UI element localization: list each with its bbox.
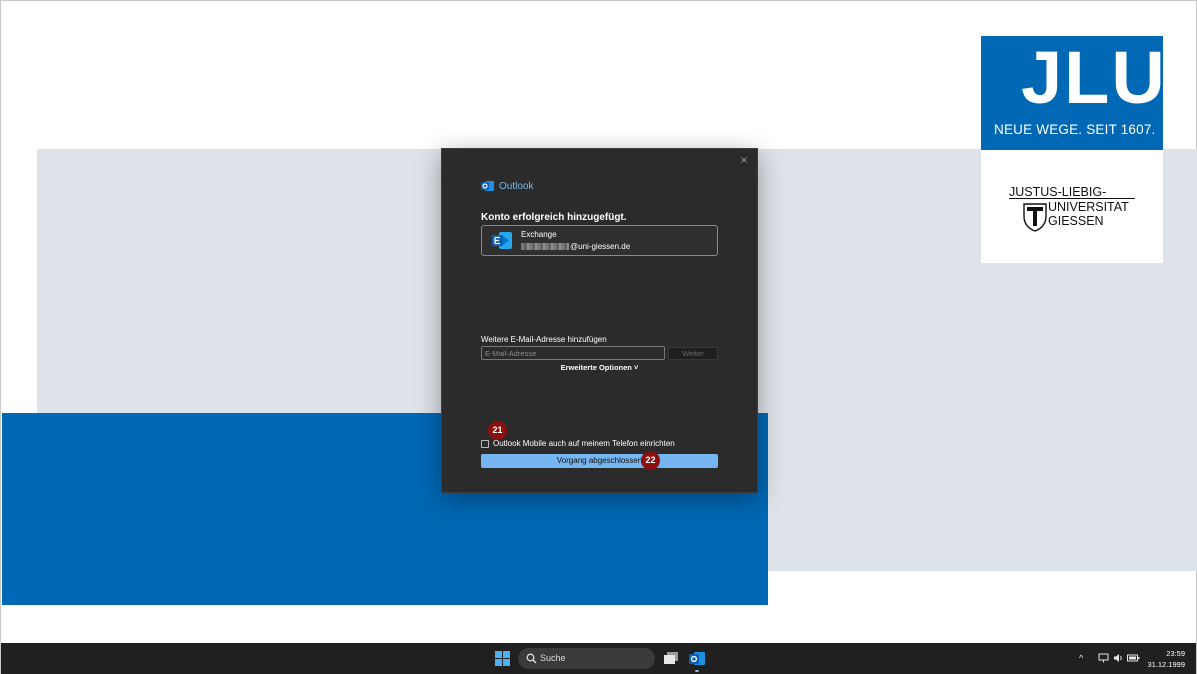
close-icon[interactable]: × <box>737 153 751 167</box>
advanced-options-link[interactable]: Erweiterte Optionen ˅ <box>442 363 757 372</box>
task-view-icon[interactable] <box>663 651 679 665</box>
step-marker-21: 21 <box>488 421 507 440</box>
outlook-icon <box>481 181 494 191</box>
add-email-label: Weitere E-Mail-Adresse hinzufügen <box>481 335 607 344</box>
outlook-setup-dialog: × Outlook Konto erfolgreich hinzugefügt.… <box>441 148 758 493</box>
windows-start-icon[interactable] <box>495 651 510 666</box>
jlu-seal-icon <box>1023 203 1047 232</box>
jlu-wordmark: JUSTUS-LIEBIG- UNIVERSITAT GIESSEN <box>981 150 1163 263</box>
mobile-setup-row[interactable]: Outlook Mobile auch auf meinem Telefon e… <box>481 439 675 448</box>
done-button[interactable]: Vorgang abgeschlossen <box>481 454 718 468</box>
volume-icon[interactable] <box>1113 653 1124 663</box>
battery-icon[interactable] <box>1127 653 1140 663</box>
active-app-indicator <box>695 670 699 672</box>
jlu-name-line3: GIESSEN <box>1048 214 1104 228</box>
email-input[interactable] <box>481 346 665 360</box>
taskbar-search[interactable]: Suche <box>518 648 655 669</box>
jlu-name-line1: JUSTUS-LIEBIG- <box>1009 185 1107 199</box>
clock-date: 31.12.1999 <box>1147 660 1185 669</box>
jlu-divider <box>1009 198 1135 199</box>
network-icon[interactable] <box>1098 653 1109 663</box>
exchange-icon <box>492 232 512 249</box>
account-type: Exchange <box>521 230 557 239</box>
app-name: Outlook <box>499 180 534 192</box>
jlu-logo-acronym: JLU <box>1021 36 1167 119</box>
next-button[interactable]: Weiter <box>668 347 718 360</box>
mobile-setup-label: Outlook Mobile auch auf meinem Telefon e… <box>493 439 675 448</box>
outlook-taskbar-icon[interactable] <box>689 651 705 666</box>
app-brand: Outlook <box>481 180 533 192</box>
account-card: Exchange @uni-giessen.de <box>481 225 718 256</box>
account-email: @uni-giessen.de <box>521 242 630 251</box>
search-icon <box>526 653 537 664</box>
mobile-setup-checkbox[interactable] <box>481 439 489 448</box>
account-email-domain: @uni-giessen.de <box>570 242 631 251</box>
step-marker-22: 22 <box>641 451 660 470</box>
redacted-username <box>521 243 569 250</box>
tray-chevron-icon[interactable]: ^ <box>1079 653 1083 663</box>
clock-time: 23:59 <box>1166 649 1185 658</box>
taskbar-clock[interactable]: 23:59 31.12.1999 <box>1143 648 1185 670</box>
jlu-logo-tagline: NEUE WEGE. SEIT 1607. <box>994 122 1156 137</box>
search-label: Suche <box>540 653 566 663</box>
jlu-name-line2: UNIVERSITAT <box>1048 200 1129 214</box>
jlu-logo: JLU NEUE WEGE. SEIT 1607. <box>981 36 1165 150</box>
taskbar: Suche ^ 23:59 31.12.1999 <box>1 643 1196 674</box>
dialog-title: Konto erfolgreich hinzugefügt. <box>481 212 627 223</box>
